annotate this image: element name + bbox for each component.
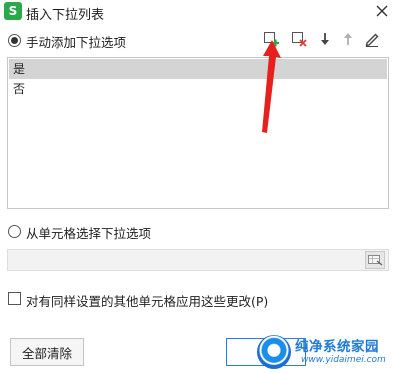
move-up-button[interactable] — [339, 30, 357, 48]
move-down-icon — [321, 33, 329, 45]
apply-all-checkbox[interactable] — [8, 292, 21, 305]
insert-dropdown-dialog: S 插入下拉列表 手动添加下拉选项 是 否 从单元格选择下拉选项 对有同样设置的… — [0, 0, 395, 373]
cell-range-input[interactable] — [7, 249, 389, 271]
options-list[interactable]: 是 否 — [7, 57, 389, 209]
close-icon — [376, 5, 388, 17]
range-select-button[interactable] — [365, 251, 385, 269]
delete-item-icon — [292, 32, 307, 47]
watermark-logo-icon — [257, 335, 291, 369]
clear-all-button[interactable]: 全部清除 — [10, 338, 84, 366]
cell-option-radio[interactable] — [8, 225, 21, 238]
title-bar: S 插入下拉列表 — [0, 0, 395, 24]
delete-item-button[interactable] — [290, 30, 308, 48]
list-item-selected[interactable]: 是 — [9, 59, 387, 79]
list-item[interactable]: 否 — [9, 79, 387, 99]
dialog-title: 插入下拉列表 — [26, 8, 105, 23]
move-up-icon — [344, 33, 352, 45]
watermark: 纯净系统家园 www.yidaimei.com — [257, 333, 393, 371]
apply-all-label: 对有同样设置的其他单元格应用这些更改(P) — [26, 294, 269, 309]
watermark-name: 纯净系统家园 — [295, 339, 379, 355]
range-select-icon — [368, 255, 383, 266]
edit-item-button[interactable] — [363, 30, 381, 48]
watermark-url: www.yidaimei.com — [301, 355, 386, 365]
move-down-button[interactable] — [316, 30, 334, 48]
manual-option-radio[interactable] — [8, 34, 21, 47]
edit-icon — [365, 33, 379, 47]
manual-option-label: 手动添加下拉选项 — [26, 35, 127, 50]
annotation-arrow-icon — [262, 40, 281, 133]
cell-option-label: 从单元格选择下拉选项 — [26, 226, 152, 241]
app-logo: S — [4, 2, 22, 20]
close-button[interactable] — [373, 2, 391, 20]
